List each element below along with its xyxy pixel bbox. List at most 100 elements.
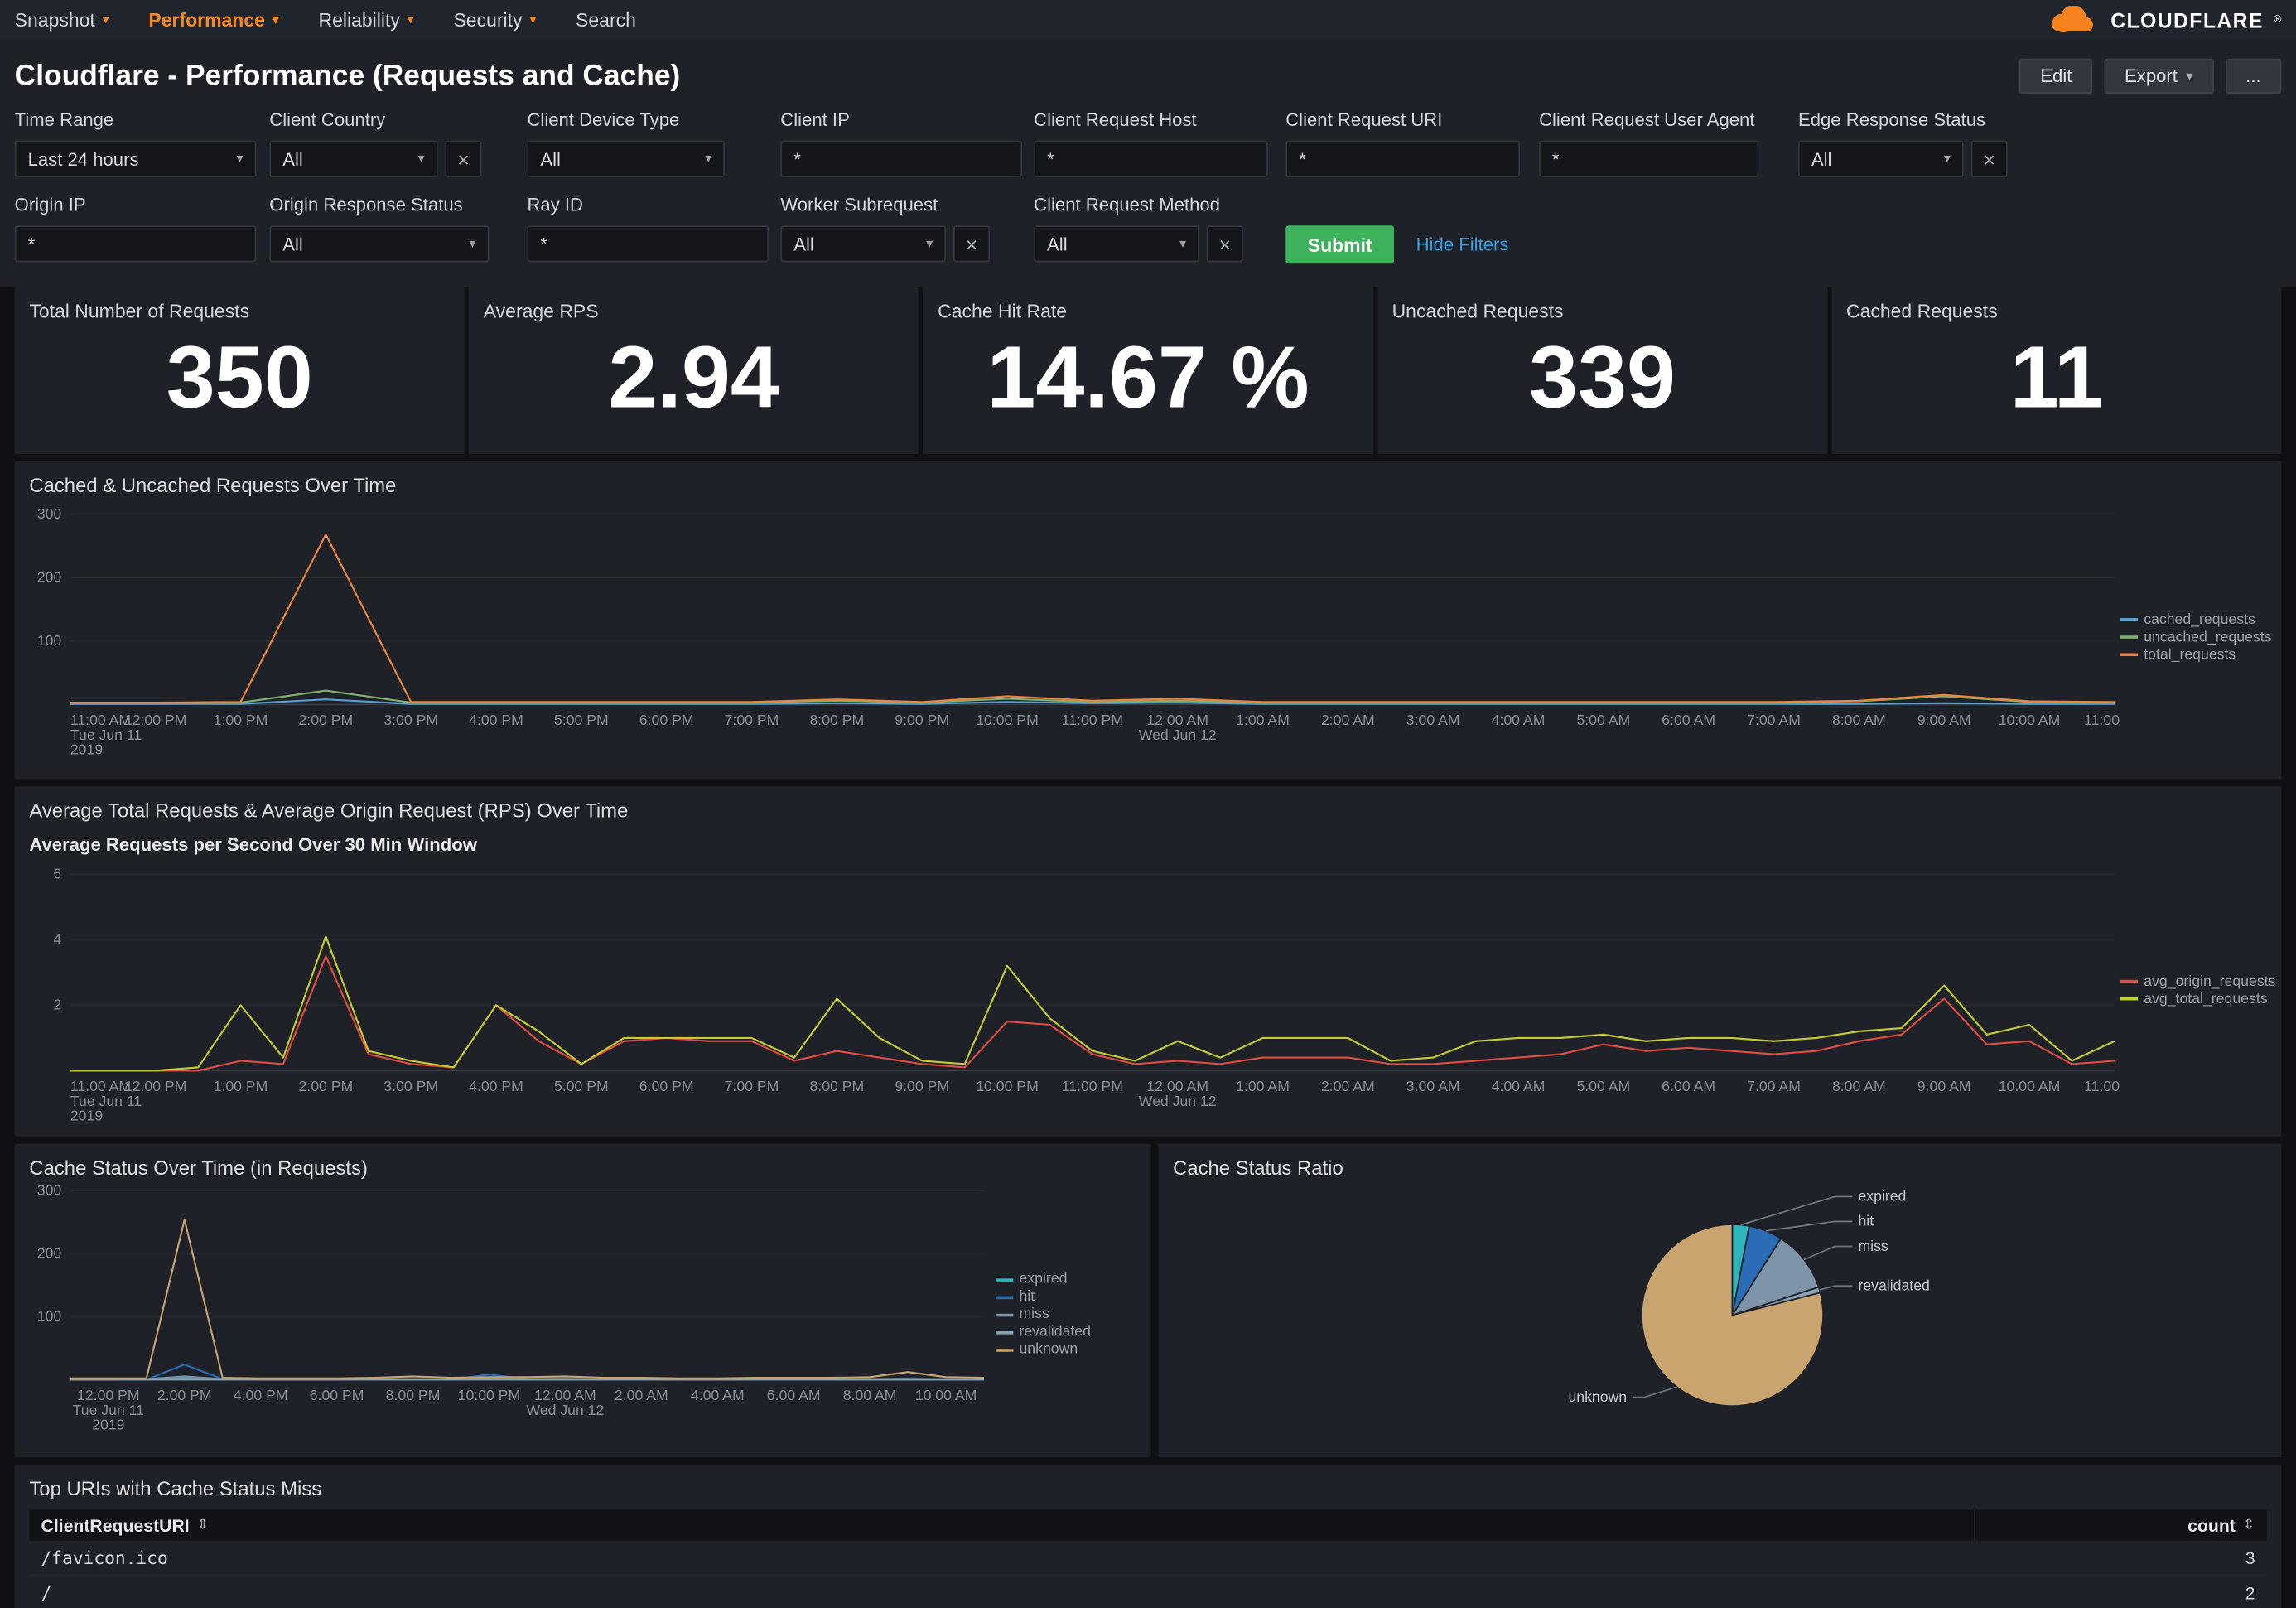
stat-cached-requests: Cached Requests11 <box>1831 287 2281 455</box>
svg-text:unknown: unknown <box>1568 1388 1627 1405</box>
svg-text:expired: expired <box>1858 1188 1906 1205</box>
panel-top-uris: Top URIs with Cache Status Miss ClientRe… <box>15 1465 2282 1608</box>
legend-color-swatch <box>2120 997 2138 1001</box>
page-header: Cloudflare - Performance (Requests and C… <box>0 40 2296 104</box>
filters: Time RangeLast 24 hours▾Client CountryAl… <box>0 104 2296 264</box>
svg-text:3:00 PM: 3:00 PM <box>383 1078 438 1094</box>
cell-clientrequesturi: /favicon.ico <box>29 1548 1974 1568</box>
svg-text:1:00 PM: 1:00 PM <box>214 712 268 728</box>
legend-color-swatch <box>996 1277 1013 1281</box>
svg-text:1:00 AM: 1:00 AM <box>1236 1078 1290 1094</box>
chevron-down-icon: ▾ <box>1179 236 1186 252</box>
client-request-host-input[interactable] <box>1034 141 1268 177</box>
column-label: count <box>2187 1515 2236 1536</box>
clear-filter-button[interactable]: × <box>1971 141 2008 177</box>
filter-client-country: Client Country All▾× <box>269 110 527 177</box>
legend-item-cached-requests: cached_requests <box>2120 611 2267 627</box>
svg-text:7:00 PM: 7:00 PM <box>725 1078 779 1094</box>
nav-item-search[interactable]: Search <box>576 9 636 31</box>
column-header-count[interactable]: count⇕ <box>1974 1510 2267 1541</box>
cache-status-legend: expiredhitmissrevalidatedunknown <box>996 1183 1131 1445</box>
origin-response-status-select[interactable]: All▾ <box>269 225 489 262</box>
legend-color-swatch <box>2120 653 2138 656</box>
export-button-label: Export <box>2125 66 2178 87</box>
clear-filter-button[interactable]: × <box>953 225 990 262</box>
legend-label: revalidated <box>1019 1324 1090 1340</box>
svg-text:300: 300 <box>37 505 62 522</box>
stat-uncached-requests: Uncached Requests339 <box>1377 287 1827 455</box>
more-button[interactable]: ... <box>2225 59 2281 94</box>
filter-control: All▾× <box>269 141 527 177</box>
filter-client-request-method: Client Request MethodAll▾× <box>1034 195 1285 263</box>
filter-label: Client Country <box>269 110 527 133</box>
nav-item-reliability[interactable]: Reliability▾ <box>318 9 413 31</box>
stat-label: Total Number of Requests <box>29 300 450 322</box>
stat-total-number-of-requests: Total Number of Requests350 <box>15 287 465 455</box>
time-range-select[interactable]: Last 24 hours ▾ <box>15 141 257 177</box>
submit-button[interactable]: Submit <box>1285 225 1394 263</box>
edge-response-status-select[interactable]: All▾ <box>1798 141 1964 177</box>
client-ip-input[interactable] <box>780 141 1022 177</box>
cache-status-plot: 10020030012:00 PMTue Jun 1120192:00 PM4:… <box>29 1183 996 1445</box>
svg-text:6:00 AM: 6:00 AM <box>1662 1078 1715 1094</box>
column-label: ClientRequestURI <box>41 1515 190 1536</box>
worker-subrequest-select[interactable]: All▾ <box>780 225 946 262</box>
origin-ip-input[interactable] <box>15 225 257 262</box>
client-device-type-select[interactable]: All▾ <box>527 141 725 177</box>
clear-filter-button[interactable]: × <box>1207 225 1243 262</box>
cell-clientrequesturi: / <box>29 1582 1974 1603</box>
nav-items: Snapshot▾ Performance▾ Reliability▾ Securit… <box>15 9 676 31</box>
nav-item-security[interactable]: Security▾ <box>453 9 536 31</box>
requests-over-time-legend: cached_requestsuncached_requeststotal_re… <box>2120 501 2267 774</box>
filter-ray-id: Ray ID <box>527 195 780 263</box>
legend-item-total-requests: total_requests <box>2120 647 2267 663</box>
selected-value: All <box>282 234 303 254</box>
filter-control <box>527 225 780 262</box>
svg-text:6: 6 <box>53 866 61 882</box>
filter-row-1: Time RangeLast 24 hours▾Client CountryAl… <box>15 110 2282 177</box>
filter-client-request-uri: Client Request URI <box>1285 110 1539 177</box>
filter-control: All▾× <box>1034 225 1285 262</box>
client-request-method-select[interactable]: All▾ <box>1034 225 1199 262</box>
client-request-uri-input[interactable] <box>1285 141 1520 177</box>
cell-count: 3 <box>1974 1548 2267 1568</box>
filter-control <box>1539 141 1798 177</box>
svg-text:4:00 AM: 4:00 AM <box>1492 1078 1546 1094</box>
client-country-select[interactable]: All▾ <box>269 141 437 177</box>
svg-text:10:00 PM: 10:00 PM <box>458 1387 521 1403</box>
clear-filter-button[interactable]: × <box>445 141 481 177</box>
edit-button[interactable]: Edit <box>2020 59 2093 94</box>
top-nav: Snapshot▾ Performance▾ Reliability▾ Securit… <box>0 0 2296 40</box>
nav-item-performance[interactable]: Performance▾ <box>148 9 278 31</box>
svg-text:5:00 PM: 5:00 PM <box>554 1078 609 1094</box>
chevron-down-icon: ▾ <box>236 151 243 167</box>
selected-value: Last 24 hours <box>28 148 139 169</box>
hide-filters-link[interactable]: Hide Filters <box>1416 234 1509 255</box>
cache-status-chart: 10020030012:00 PMTue Jun 1120192:00 PM4:… <box>29 1183 1136 1445</box>
panel-avg-rps: Average Total Requests & Average Origin … <box>15 786 2282 1137</box>
column-header-clientrequesturi[interactable]: ClientRequestURI⇕ <box>29 1515 1974 1536</box>
filter-edge-response-status: Edge Response StatusAll▾× <box>1798 110 2048 177</box>
export-button[interactable]: Export▾ <box>2104 59 2213 94</box>
panel-title: Cache Status Over Time (in Requests) <box>29 1156 1136 1181</box>
legend-label: avg_total_requests <box>2144 991 2267 1007</box>
client-request-user-agent-input[interactable] <box>1539 141 1758 177</box>
ray-id-input[interactable] <box>527 225 769 262</box>
svg-text:hit: hit <box>1858 1213 1874 1229</box>
filter-label: Origin Response Status <box>269 195 527 217</box>
svg-text:5:00 AM: 5:00 AM <box>1576 712 1630 728</box>
svg-text:12:00 PM: 12:00 PM <box>124 1078 187 1094</box>
table-body: /favicon.ico3/2 <box>29 1541 2266 1608</box>
requests-over-time-wrap: 10020030011:00 AMTue Jun 11201912:00 PM1… <box>29 501 2266 774</box>
stat-value: 14.67 % <box>923 334 1372 422</box>
filter-label: Time Range <box>15 110 270 133</box>
svg-text:1:00 AM: 1:00 AM <box>1236 712 1290 728</box>
svg-text:8:00 AM: 8:00 AM <box>1832 1078 1886 1094</box>
nav-item-snapshot[interactable]: Snapshot▾ <box>15 9 109 31</box>
svg-text:2:00 AM: 2:00 AM <box>1321 1078 1375 1094</box>
nav-item-label: Snapshot <box>15 9 95 31</box>
legend-label: uncached_requests <box>2144 629 2271 645</box>
brand-text: CLOUDFLARE <box>2110 8 2264 31</box>
stat-label: Cache Hit Rate <box>938 300 1358 322</box>
filter-origin-ip: Origin IP <box>15 195 270 263</box>
